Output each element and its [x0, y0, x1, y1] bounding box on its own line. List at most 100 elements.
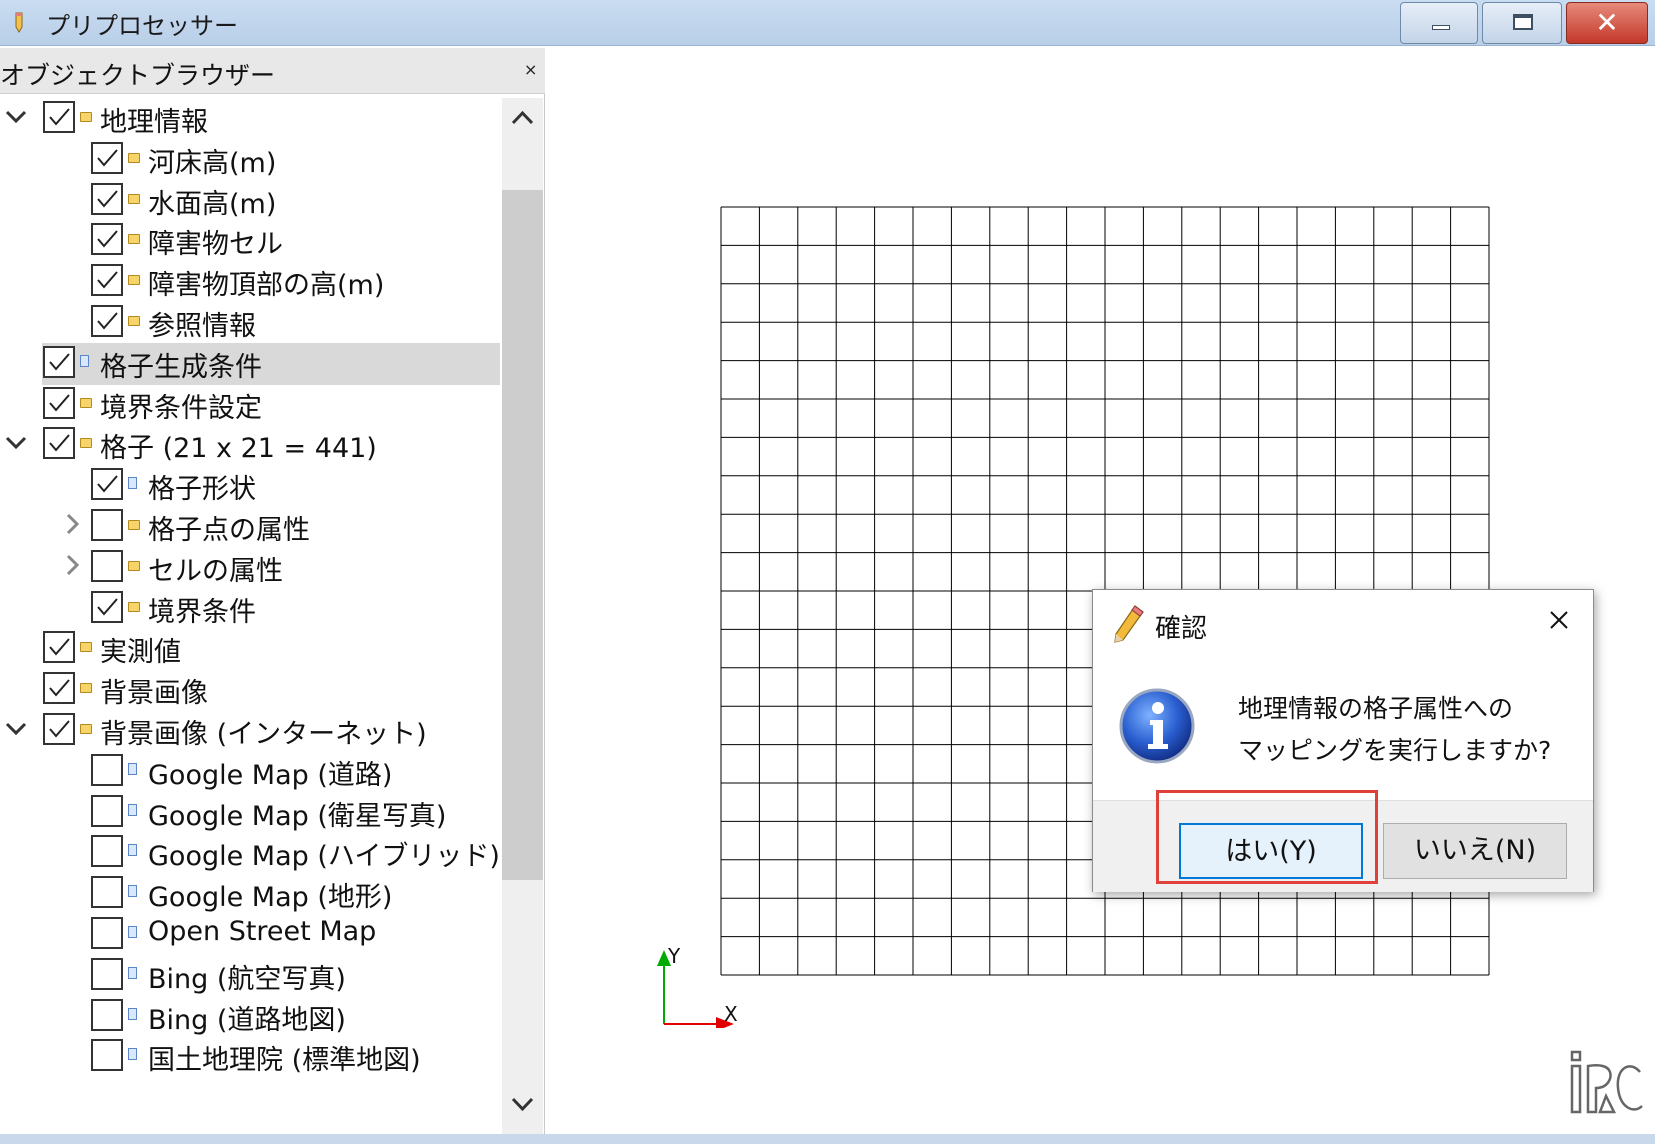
visibility-checkbox[interactable]	[91, 264, 123, 296]
chevron-down-icon[interactable]	[4, 716, 28, 740]
document-icon	[128, 477, 137, 489]
tree-item[interactable]: Google Map (衛星写真)	[0, 792, 500, 832]
tree-item[interactable]: 地理情報	[0, 98, 500, 138]
tree-item[interactable]: 背景画像 (インターネット)	[0, 710, 500, 750]
tree-item-label: Google Map (衛星写真)	[148, 801, 447, 832]
chevron-up-icon	[511, 110, 534, 125]
tree-item-label: 格子点の属性	[148, 515, 310, 546]
chevron-down-icon[interactable]	[4, 104, 28, 128]
visibility-checkbox[interactable]	[91, 917, 123, 949]
tree-item[interactable]: 格子 (21 x 21 = 441)	[0, 424, 500, 464]
document-icon	[128, 763, 137, 775]
close-button[interactable]: ✕	[1566, 2, 1648, 44]
tree-item-label: Google Map (道路)	[148, 760, 393, 791]
chevron-right-icon[interactable]	[60, 512, 84, 536]
panel-close-button[interactable]: ×	[524, 60, 537, 79]
tree-item-label: 参照情報	[148, 311, 256, 342]
visibility-checkbox[interactable]	[43, 387, 75, 419]
tree-item[interactable]: 国土地理院 (標準地図)	[0, 1036, 500, 1076]
visibility-checkbox[interactable]	[91, 958, 123, 990]
document-icon	[128, 967, 137, 979]
tree-item[interactable]: 境界条件設定	[0, 384, 500, 424]
no-button[interactable]: いいえ(N)	[1383, 823, 1567, 879]
tree-item[interactable]: 境界条件	[0, 588, 500, 628]
visibility-checkbox[interactable]	[91, 999, 123, 1031]
visibility-checkbox[interactable]	[43, 101, 75, 133]
tree-item-label: 国土地理院 (標準地図)	[148, 1045, 421, 1076]
tree-item-label: 境界条件	[148, 597, 256, 628]
close-icon: ✕	[1595, 6, 1619, 39]
tree-scrollbar[interactable]	[502, 98, 543, 1134]
document-icon	[128, 844, 137, 856]
object-browser-title: オブジェクトブラウザー	[0, 61, 276, 90]
visibility-checkbox[interactable]	[43, 631, 75, 663]
tree-item-label: Bing (道路地図)	[148, 1005, 346, 1036]
tree-item-label: セルの属性	[148, 556, 283, 587]
visibility-checkbox[interactable]	[91, 591, 123, 623]
folder-icon	[80, 398, 92, 408]
visibility-checkbox[interactable]	[43, 672, 75, 704]
visibility-checkbox[interactable]	[43, 427, 75, 459]
tree-item[interactable]: 格子生成条件	[0, 343, 500, 385]
document-icon	[128, 1048, 137, 1060]
confirm-dialog: 確認 地理情報の格子属性への マッピングを実行しますか? はい(Y) いいえ(N…	[1092, 589, 1594, 892]
tree-item[interactable]: 河床高(m)	[0, 139, 500, 179]
object-tree: 地理情報河床高(m) 水面高(m) 障害物セル 障害物頂部の高(m) 参照情報格子生成条…	[0, 98, 500, 1134]
chevron-down-icon	[511, 1097, 534, 1112]
tree-item-label: 格子生成条件	[100, 352, 262, 383]
folder-icon	[80, 724, 92, 734]
visibility-checkbox[interactable]	[91, 1039, 123, 1071]
yes-button-highlight	[1156, 790, 1378, 884]
minimize-button[interactable]	[1400, 2, 1478, 44]
document-icon	[128, 926, 137, 938]
tree-item-label: 格子形状	[148, 474, 256, 505]
chevron-down-icon[interactable]	[4, 430, 28, 454]
dialog-close-button[interactable]	[1541, 602, 1577, 638]
visibility-checkbox[interactable]	[91, 754, 123, 786]
folder-icon	[128, 316, 140, 326]
tree-item[interactable]: 背景画像	[0, 669, 500, 709]
visibility-checkbox[interactable]	[91, 468, 123, 500]
chevron-right-icon[interactable]	[60, 553, 84, 577]
visibility-checkbox[interactable]	[91, 223, 123, 255]
visibility-checkbox[interactable]	[43, 713, 75, 745]
folder-icon	[128, 275, 140, 285]
tree-item[interactable]: Bing (道路地図)	[0, 996, 500, 1036]
maximize-button[interactable]	[1482, 2, 1562, 44]
folder-icon	[128, 234, 140, 244]
tree-item[interactable]: Bing (航空写真)	[0, 955, 500, 995]
scroll-thumb[interactable]	[502, 190, 543, 880]
tree-item[interactable]: Google Map (地形)	[0, 873, 500, 913]
tree-item[interactable]: Google Map (道路)	[0, 751, 500, 791]
visibility-checkbox[interactable]	[91, 835, 123, 867]
visibility-checkbox[interactable]	[91, 509, 123, 541]
window-title: プリプロセッサー	[46, 12, 238, 40]
visibility-checkbox[interactable]	[43, 346, 75, 378]
tree-item[interactable]: 参照情報	[0, 302, 500, 342]
tree-item[interactable]: 格子点の属性	[0, 506, 500, 546]
visibility-checkbox[interactable]	[91, 142, 123, 174]
visibility-checkbox[interactable]	[91, 183, 123, 215]
maximize-icon	[1513, 14, 1533, 30]
document-icon	[128, 885, 137, 897]
visibility-checkbox[interactable]	[91, 550, 123, 582]
tree-item[interactable]: Google Map (ハイブリッド)	[0, 832, 500, 872]
folder-icon	[128, 602, 140, 612]
tree-item[interactable]: 障害物セル	[0, 220, 500, 260]
tree-item[interactable]: 実測値	[0, 628, 500, 668]
scroll-up-button[interactable]	[502, 98, 543, 138]
visibility-checkbox[interactable]	[91, 876, 123, 908]
tree-item-label: Bing (航空写真)	[148, 964, 346, 995]
tree-item-label: Google Map (地形)	[148, 882, 393, 913]
tree-item[interactable]: 水面高(m)	[0, 180, 500, 220]
tree-item[interactable]: 格子形状	[0, 465, 500, 505]
tree-item[interactable]: セルの属性	[0, 547, 500, 587]
scroll-down-button[interactable]	[502, 1084, 543, 1124]
visibility-checkbox[interactable]	[91, 305, 123, 337]
tree-item[interactable]: 障害物頂部の高(m)	[0, 261, 500, 301]
visibility-checkbox[interactable]	[91, 795, 123, 827]
tree-item-label: 河床高(m)	[148, 148, 277, 179]
title-bar: プリプロセッサー ✕	[0, 0, 1655, 46]
tree-item-label: 障害物セル	[148, 229, 283, 260]
tree-item[interactable]: Open Street Map	[0, 914, 500, 954]
